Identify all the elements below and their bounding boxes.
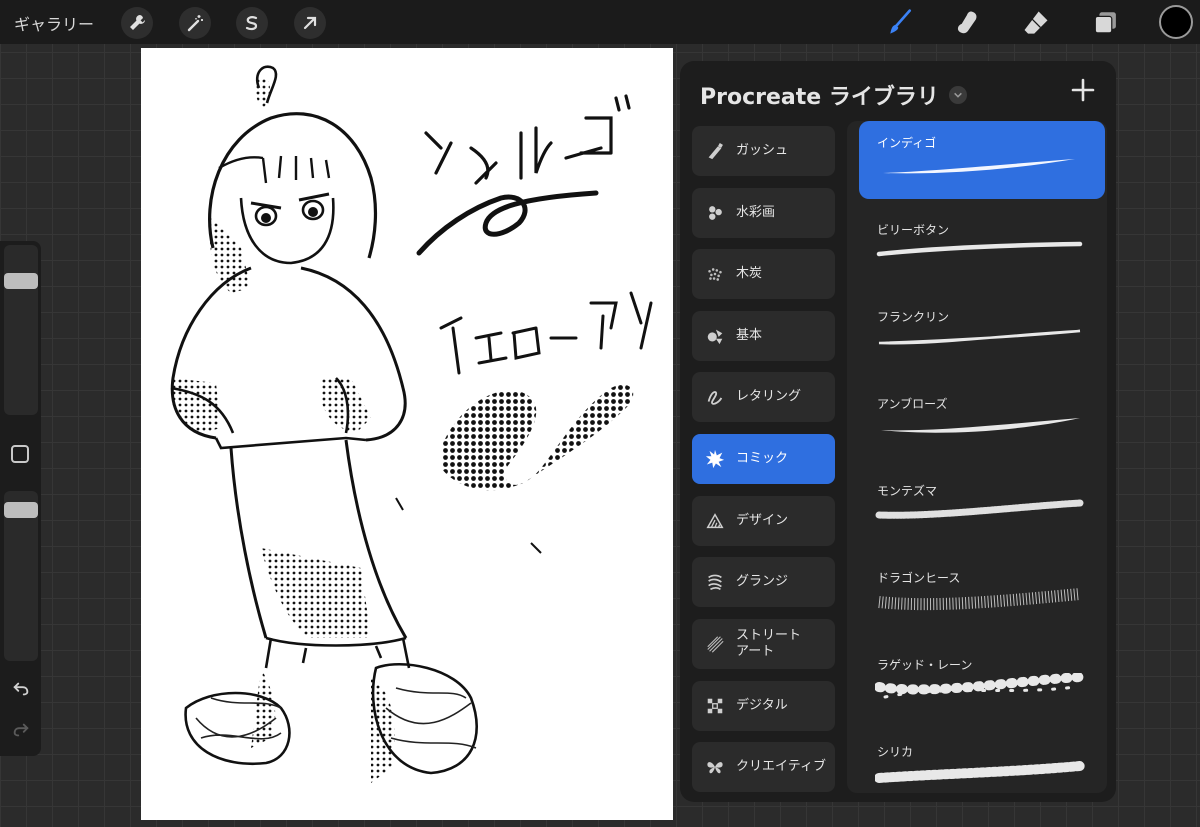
chevron-down-icon[interactable] xyxy=(948,86,967,104)
category-label: デジタル xyxy=(736,698,788,713)
brush-name: フランクリン xyxy=(877,310,950,324)
category-digital[interactable]: デジタル xyxy=(692,681,835,731)
digital-icon xyxy=(704,695,726,717)
category-design[interactable]: デザイン xyxy=(692,496,835,546)
brush-stroke-preview xyxy=(875,499,1084,519)
category-label: 基本 xyxy=(736,328,763,343)
brush-name: インディゴ xyxy=(877,136,937,150)
street-art-icon xyxy=(704,633,726,655)
brush-size-slider[interactable] xyxy=(4,245,38,415)
brush-stroke-preview xyxy=(881,418,1080,433)
sketch-artwork xyxy=(169,65,653,783)
category-label: グランジ xyxy=(736,574,789,589)
brush-stroke-preview xyxy=(878,329,1081,345)
category-label: ストリート アート xyxy=(736,628,802,659)
smudge-finger-icon[interactable] xyxy=(950,6,984,40)
grunge-icon xyxy=(704,571,726,593)
side-slider-panel xyxy=(0,241,41,756)
top-toolbar: ギャラリー xyxy=(0,0,1200,44)
brush-stroke-preview xyxy=(875,761,1085,783)
comic-burst-icon xyxy=(704,448,726,470)
category-label: レタリング xyxy=(736,389,802,404)
wrench-icon[interactable] xyxy=(121,7,153,39)
library-title: Procreate ライブラリ xyxy=(700,79,967,111)
gallery-button[interactable]: ギャラリー xyxy=(14,11,94,35)
brush-name: ラゲッド・レーン xyxy=(877,658,973,672)
layers-icon[interactable] xyxy=(1089,6,1123,40)
design-triangle-icon xyxy=(704,510,726,532)
lettering-icon xyxy=(704,386,726,408)
brush-item-franklin[interactable]: フランクリン xyxy=(859,295,1105,373)
basic-shapes-icon xyxy=(704,325,726,347)
opacity-slider[interactable] xyxy=(4,491,38,661)
category-label: コミック xyxy=(736,451,789,466)
category-lettering[interactable]: レタリング xyxy=(692,372,835,422)
brush-item-billy-button[interactable]: ビリーボタン xyxy=(859,208,1105,286)
eraser-icon[interactable] xyxy=(1019,6,1053,40)
brush-stroke-preview xyxy=(876,241,1083,257)
category-charcoal[interactable]: 木炭 xyxy=(692,249,835,299)
brush-item-dragon-heath[interactable]: ドラゴンヒース xyxy=(859,556,1105,634)
brush-icon[interactable] xyxy=(883,6,917,40)
selection-s-icon[interactable] xyxy=(236,7,268,39)
category-grunge[interactable]: グランジ xyxy=(692,557,835,607)
brush-item-silica[interactable]: シリカ xyxy=(859,730,1105,793)
category-comic[interactable]: コミック xyxy=(692,434,835,484)
brush-item-ragged-lane[interactable]: ラゲッド・レーン xyxy=(859,643,1105,721)
category-label: ガッシュ xyxy=(736,143,789,158)
modify-button[interactable] xyxy=(11,445,29,463)
category-creative[interactable]: クリエイティブ xyxy=(692,742,835,792)
brush-list: インディゴ ビリーボタン フランクリン アンブローズ モンテズマ ドラゴンヒース… xyxy=(847,121,1107,793)
library-title-text: Procreate ライブラリ xyxy=(700,85,939,110)
category-label: クリエイティブ xyxy=(736,759,826,774)
watercolor-dots-icon xyxy=(704,202,726,224)
category-basic[interactable]: 基本 xyxy=(692,311,835,361)
category-street-art[interactable]: ストリート アート xyxy=(692,619,835,669)
brush-stroke-preview xyxy=(875,673,1085,699)
category-watercolor[interactable]: 水彩画 xyxy=(692,188,835,238)
brush-item-indigo[interactable]: インディゴ xyxy=(859,121,1105,199)
brush-name: アンブローズ xyxy=(877,397,948,411)
brush-item-montezuma[interactable]: モンテズマ xyxy=(859,469,1105,547)
charcoal-icon xyxy=(704,263,726,285)
magic-wand-icon[interactable] xyxy=(179,7,211,39)
brush-name: シリカ xyxy=(877,745,914,759)
drawing-canvas[interactable] xyxy=(141,48,673,820)
creative-butterfly-icon xyxy=(704,756,726,778)
add-brush-plus-icon[interactable] xyxy=(1070,77,1096,103)
brush-name: ビリーボタン xyxy=(877,223,950,237)
brush-item-ambrose[interactable]: アンブローズ xyxy=(859,382,1105,460)
brush-name: ドラゴンヒース xyxy=(877,571,961,585)
color-picker-button[interactable] xyxy=(1159,5,1193,39)
category-label: 水彩画 xyxy=(736,205,776,220)
opacity-thumb[interactable] xyxy=(4,501,38,518)
brush-stroke-preview xyxy=(878,588,1081,611)
arrow-cursor-icon[interactable] xyxy=(294,7,326,39)
brush-stroke-preview xyxy=(883,159,1075,174)
undo-icon[interactable] xyxy=(10,678,32,700)
category-gouache[interactable]: ガッシュ xyxy=(692,126,835,176)
category-label: デザイン xyxy=(736,513,789,528)
brush-name: モンテズマ xyxy=(877,484,938,498)
category-label: 木炭 xyxy=(736,266,763,281)
brush-size-thumb[interactable] xyxy=(4,272,38,289)
gouache-tube-icon xyxy=(704,140,726,162)
redo-icon[interactable] xyxy=(10,719,32,741)
brush-library-panel: Procreate ライブラリ ガッシュ 水彩画 木炭 基本 レタリング コミッ… xyxy=(680,61,1116,802)
